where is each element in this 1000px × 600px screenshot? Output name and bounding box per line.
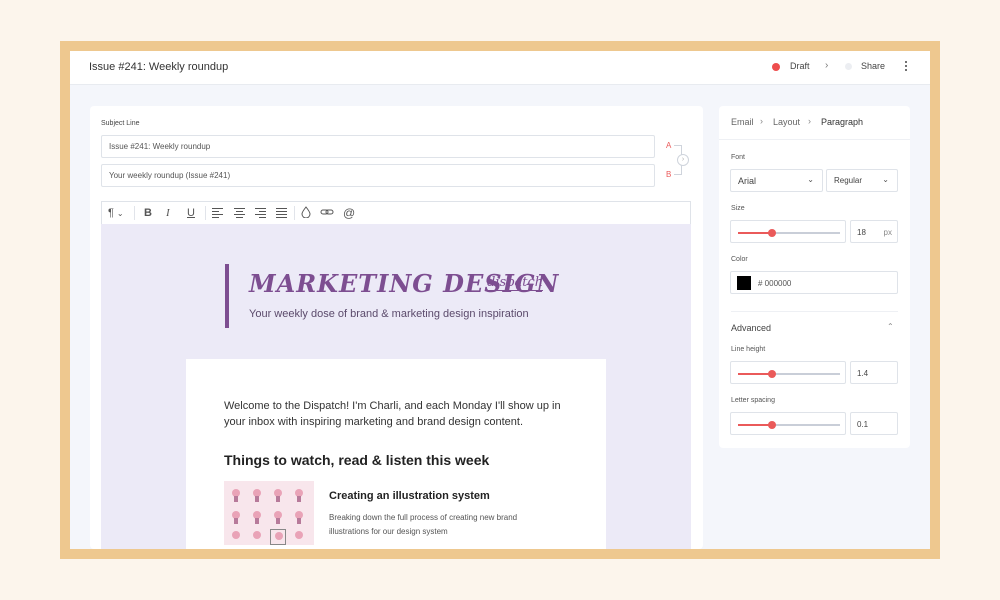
chevron-down-icon: ⌄ [116,209,124,218]
chevron-right-icon: › [825,60,829,71]
size-label: Size [731,205,745,212]
illustration-figure [249,509,265,525]
brand-tagline[interactable]: Your weekly dose of brand & marketing de… [249,308,529,320]
chevron-down-icon: ⌄ [807,175,814,184]
size-slider[interactable] [730,220,846,243]
align-center-icon[interactable] [234,208,245,218]
illustration-figure [249,529,265,545]
variant-b-label: B [666,170,672,179]
breadcrumb-layout[interactable]: Layout [773,117,800,127]
slider-handle[interactable] [767,370,776,378]
ab-toggle-icon[interactable]: › [677,154,689,166]
paragraph-style-button[interactable]: ¶ ⌄ [108,206,124,220]
font-label: Font [731,154,746,161]
align-right-icon[interactable] [255,208,266,218]
more-vertical-icon[interactable] [903,61,909,75]
chevron-up-icon[interactable]: ⌃ [887,322,894,331]
breadcrumb-email[interactable]: Email [731,117,754,127]
illustration-figure [270,487,286,503]
paragraph-icon: ¶ [108,207,114,219]
chevron-right-icon: › [760,116,763,126]
article-title[interactable]: Creating an illustration system [329,490,490,502]
brand-logo-script: dispatch [487,275,544,291]
illustration-figure [291,487,307,503]
app-window: Issue #241: Weekly roundup Draft › Share… [70,51,930,549]
letter-spacing-input[interactable]: 0.1 [850,412,898,435]
illustration-figure [270,529,286,545]
breadcrumb-paragraph[interactable]: Paragraph [821,117,863,127]
document-title: Issue #241: Weekly roundup [89,61,229,73]
illustration-figure [291,529,307,545]
article-description[interactable]: Breaking down the full process of creati… [329,511,559,539]
letter-spacing-slider[interactable] [730,412,846,435]
illustration-figure [228,487,244,503]
line-height-label: Line height [731,346,766,353]
line-height-slider[interactable] [730,361,846,384]
email-canvas: MARKETING DESIGN dispatch Your weekly do… [101,224,691,549]
share-button[interactable]: Share [861,61,885,71]
section-divider [731,311,898,312]
subject-b-input[interactable]: Your weekly roundup (Issue #241) [101,164,655,187]
subject-line-label: Subject Line [101,120,140,127]
format-toolbar: ¶ ⌄ B I U @ [101,201,691,224]
share-dot-icon [845,63,852,70]
mention-icon[interactable]: @ [343,206,355,220]
status-dot-icon [772,63,780,71]
font-weight-select[interactable]: Regular ⌄ [826,169,898,192]
variant-a-label: A [666,141,672,150]
color-label: Color [731,256,748,263]
link-icon[interactable] [320,206,334,220]
slider-handle[interactable] [767,229,776,237]
editor-panel: Subject Line Issue #241: Weekly roundup … [90,106,703,549]
illustration-figure [228,529,244,545]
font-family-value: Arial [738,176,757,186]
welcome-paragraph[interactable]: Welcome to the Dispatch! I'm Charli, and… [224,398,574,430]
color-field[interactable]: # 000000 [730,271,898,294]
align-left-icon[interactable] [212,208,223,218]
section-heading[interactable]: Things to watch, read & listen this week [224,452,489,468]
breadcrumb: Email › Layout › Paragraph [719,106,910,140]
align-justify-icon[interactable] [276,208,287,218]
slider-handle[interactable] [767,421,776,429]
underline-button[interactable]: U [187,206,195,220]
top-bar: Issue #241: Weekly roundup Draft › Share [70,51,930,85]
chevron-down-icon: ⌄ [882,175,889,184]
italic-button[interactable]: I [166,206,170,220]
toolbar-divider [205,206,206,220]
toolbar-divider [134,206,135,220]
email-body-card: Welcome to the Dispatch! I'm Charli, and… [186,359,606,549]
illustration-figure [228,509,244,525]
line-height-input[interactable]: 1.4 [850,361,898,384]
chevron-right-icon: › [808,116,811,126]
brand-accent-bar [225,264,229,328]
letter-spacing-label: Letter spacing [731,397,775,404]
color-value: # 000000 [758,279,792,288]
toolbar-divider [294,206,295,220]
font-weight-value: Regular [834,176,863,185]
color-swatch[interactable] [737,276,751,290]
advanced-section-toggle[interactable]: Advanced [731,323,771,333]
size-value: 18 [857,228,866,237]
illustration-figure [291,509,307,525]
illustration-thumbnail[interactable] [224,481,314,545]
status-draft-button[interactable]: Draft [790,61,810,71]
size-unit: px [883,228,892,237]
text-color-drop-icon[interactable] [301,206,311,220]
subject-a-input[interactable]: Issue #241: Weekly roundup [101,135,655,158]
properties-panel: Email › Layout › Paragraph Font Arial ⌄ … [719,106,910,448]
bold-button[interactable]: B [144,206,152,220]
size-input[interactable]: 18 px [850,220,898,243]
font-family-select[interactable]: Arial ⌄ [730,169,823,192]
illustration-figure [249,487,265,503]
illustration-figure [270,509,286,525]
